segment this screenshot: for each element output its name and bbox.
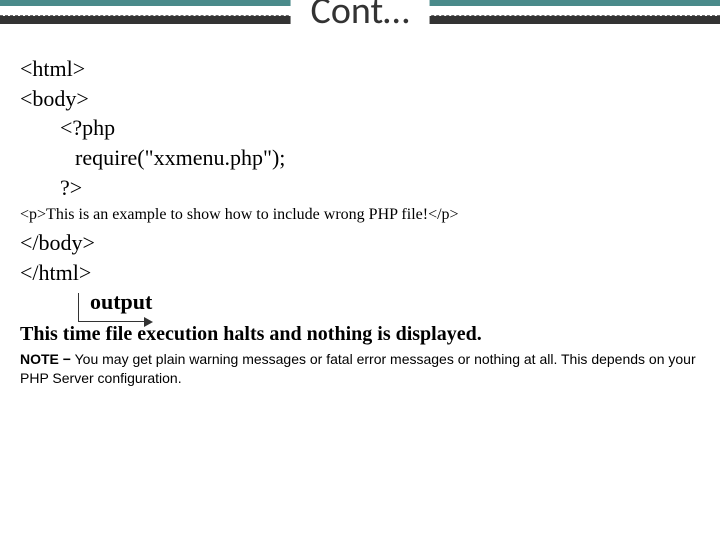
note-text: You may get plain warning messages or fa… xyxy=(20,351,696,386)
title-bar: Cont… xyxy=(0,16,720,24)
result-text: This time file execution halts and nothi… xyxy=(20,323,700,346)
code-line: <html> xyxy=(20,54,700,84)
code-line: <body> xyxy=(20,84,700,114)
code-line: <?php xyxy=(60,113,700,143)
code-line: ?> xyxy=(60,173,700,203)
arrow-head-icon xyxy=(144,317,153,327)
arrow-horizontal xyxy=(78,321,148,322)
slide-body: <html> <body> <?php require("xxmenu.php"… xyxy=(0,24,720,388)
output-label: output xyxy=(90,289,700,315)
note-paragraph: NOTE − You may get plain warning message… xyxy=(20,350,700,388)
code-line: <p>This is an example to show how to inc… xyxy=(20,204,700,226)
code-block: <html> <body> <?php require("xxmenu.php"… xyxy=(20,54,700,287)
code-line: require("xxmenu.php"); xyxy=(75,143,700,173)
code-line: </body> xyxy=(20,228,700,258)
arrow-vertical xyxy=(78,293,79,321)
slide-title: Cont… xyxy=(291,0,430,34)
code-line: </html> xyxy=(20,258,700,288)
note-label: NOTE − xyxy=(20,351,71,367)
